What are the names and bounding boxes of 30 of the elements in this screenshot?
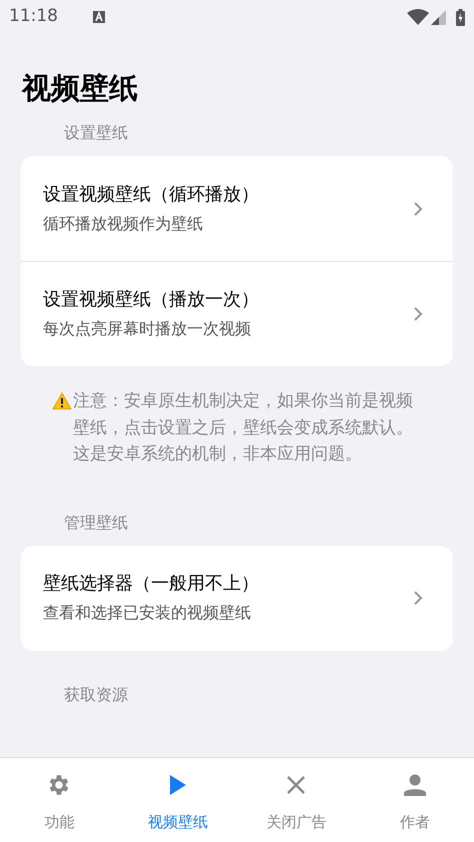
nav-tab[interactable]: 作者	[356, 758, 474, 842]
settings-row[interactable]: 壁纸选择器（一般用不上） 查看和选择已安装的视频壁纸	[21, 546, 453, 650]
nav-tab[interactable]: 关闭广告	[237, 758, 356, 842]
notification-icon	[93, 11, 105, 23]
row-subtitle: 每次点亮屏幕时播放一次视频	[43, 318, 252, 340]
play-icon	[170, 775, 186, 795]
person-icon	[404, 774, 426, 796]
nav-tab[interactable]: 功能	[0, 758, 118, 842]
row-subtitle: 循环播放视频作为壁纸	[43, 212, 204, 234]
signal-icon	[431, 10, 446, 24]
row-subtitle: 查看和选择已安装的视频壁纸	[43, 602, 252, 624]
settings-row[interactable]: 设置视频壁纸（循环播放） 循环播放视频作为壁纸	[21, 156, 453, 261]
section-header: 获取资源	[64, 684, 129, 706]
chevron-right-icon	[413, 590, 423, 606]
chevron-right-icon	[413, 200, 423, 216]
row-title: 设置视频壁纸（播放一次）	[43, 288, 260, 312]
status-time: 11:18	[9, 5, 58, 28]
settings-row[interactable]: 设置视频壁纸（播放一次） 每次点亮屏幕时播放一次视频	[21, 261, 453, 366]
wifi-icon	[407, 9, 429, 25]
warning-note: 注意：安卓原生机制决定，如果你当前是视频壁纸，点击设置之后，壁纸会变成系统默认。这是安卓系统的机制，非本应用问题。	[73, 390, 414, 466]
close-icon	[286, 775, 306, 795]
row-title: 壁纸选择器（一般用不上）	[43, 572, 260, 596]
section-header: 设置壁纸	[64, 122, 129, 144]
warning-icon	[52, 392, 72, 410]
row-title: 设置视频壁纸（循环播放）	[43, 182, 260, 206]
chevron-right-icon	[413, 306, 423, 322]
nav-tab[interactable]: 视频壁纸	[118, 758, 237, 842]
page-title: 视频壁纸	[22, 70, 139, 106]
section-header: 管理壁纸	[64, 512, 129, 534]
battery-icon	[456, 8, 465, 26]
